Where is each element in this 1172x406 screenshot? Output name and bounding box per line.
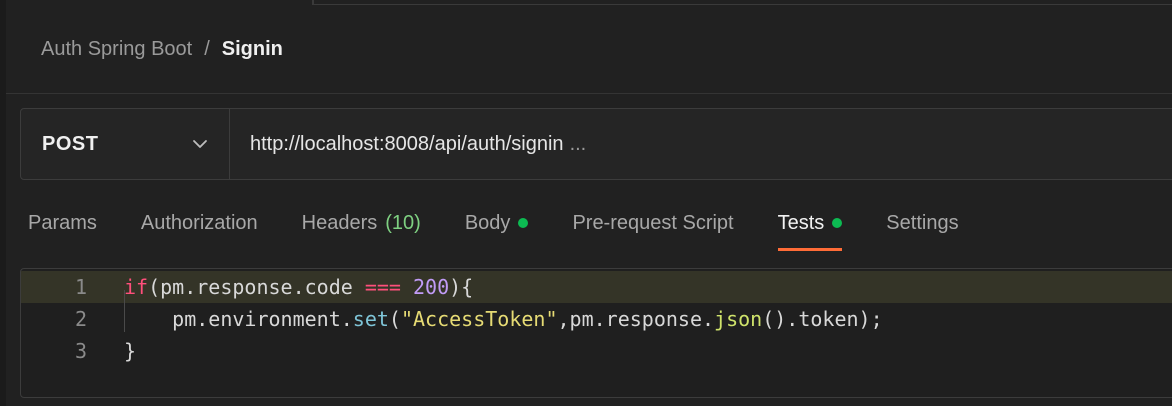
tab-authorization[interactable]: Authorization (141, 200, 258, 246)
header-divider (6, 93, 1172, 94)
green-dot-icon (518, 218, 529, 228)
request-tabs: Params Authorization Headers (10) Body P… (28, 200, 1003, 252)
request-bar: POST http://localhost:8008/api/auth/sign… (20, 108, 1172, 180)
method-select[interactable]: POST (21, 109, 230, 179)
line-number: 3 (74, 339, 87, 363)
tab-body[interactable]: Body (465, 200, 529, 246)
breadcrumb-separator: / (204, 37, 210, 60)
tab-params[interactable]: Params (28, 200, 97, 246)
code-line[interactable]: 3 } (21, 335, 1172, 367)
tab-label: Params (28, 211, 97, 234)
green-dot-icon (832, 218, 843, 228)
line-number: 1 (74, 275, 87, 299)
tab-label: Headers (301, 211, 378, 234)
url-input[interactable]: http://localhost:8008/api/auth/signin ..… (230, 109, 1172, 179)
chevron-down-icon (193, 140, 207, 148)
tab-tests[interactable]: Tests (777, 200, 843, 251)
headers-count-badge: (10) (385, 211, 421, 234)
script-editor[interactable]: 1 if(pm.response.code === 200){ 2 pm.env… (20, 268, 1172, 398)
method-label: POST (42, 132, 99, 155)
code-line[interactable]: 2 pm.environment.set("AccessToken",pm.re… (21, 303, 1172, 335)
tab-settings[interactable]: Settings (886, 200, 958, 246)
tab-bar-border (312, 4, 1172, 5)
url-ellipsis: ... (569, 132, 587, 155)
breadcrumb: Auth Spring Boot / Signin (41, 36, 283, 62)
code-text: if(pm.response.code === 200){ (124, 275, 474, 299)
request-editor-page: Auth Spring Boot / Signin POST http://lo… (0, 0, 1172, 406)
tab-label: Authorization (140, 211, 258, 234)
breadcrumb-collection[interactable]: Auth Spring Boot (41, 38, 192, 61)
line-number: 2 (74, 307, 87, 331)
tab-label: Pre-request Script (572, 211, 734, 234)
tab-pre-request-script[interactable]: Pre-request Script (572, 200, 733, 246)
tab-label: Tests (777, 211, 825, 234)
tab-label: Body (464, 211, 511, 234)
left-sidebar-edge (0, 0, 6, 406)
code-text: } (124, 339, 137, 363)
tab-label: Settings (886, 211, 959, 234)
code-text: pm.environment.set("AccessToken",pm.resp… (124, 307, 883, 331)
breadcrumb-request-name[interactable]: Signin (222, 38, 283, 61)
url-text: http://localhost:8008/api/auth/signin (250, 132, 564, 155)
indent-guide (124, 290, 125, 332)
code-line[interactable]: 1 if(pm.response.code === 200){ (21, 271, 1172, 303)
tab-headers[interactable]: Headers (10) (302, 200, 421, 246)
